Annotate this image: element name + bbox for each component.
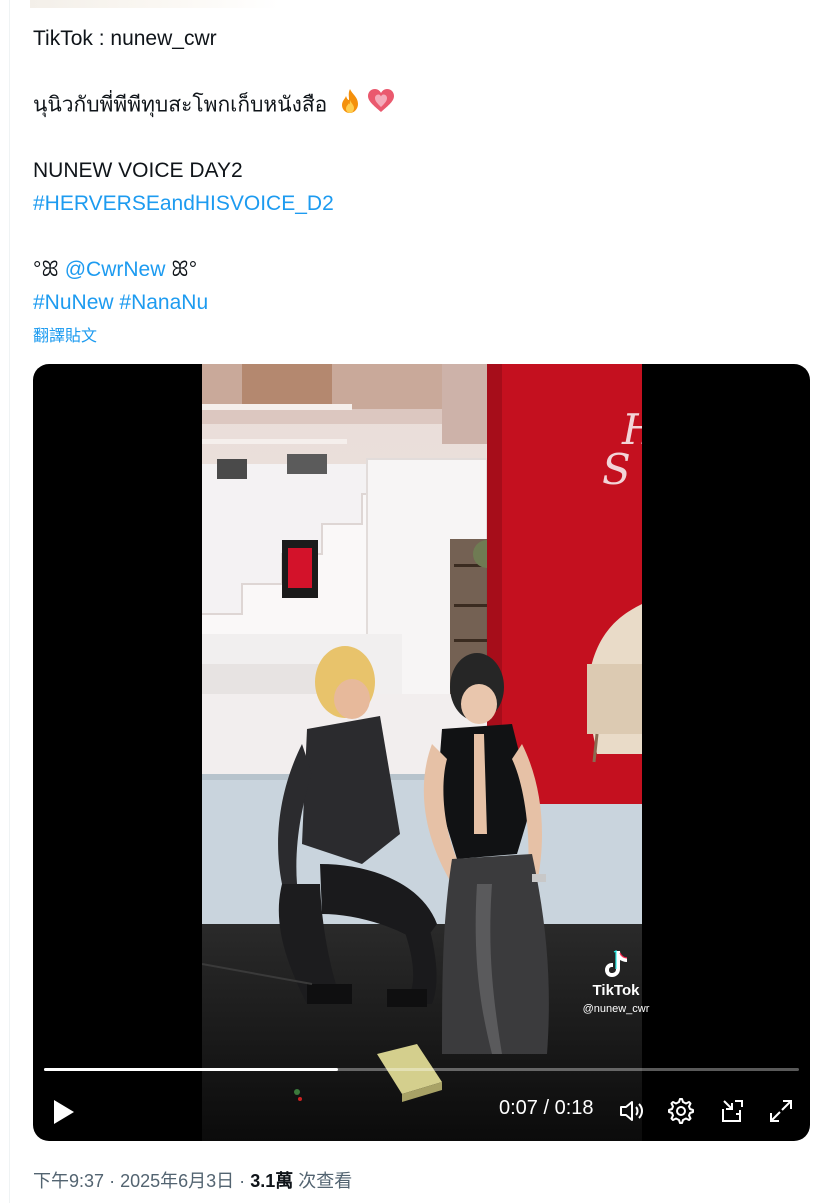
post-time[interactable]: 下午9:37 xyxy=(33,1171,104,1191)
mention-prefix: °ꕤ xyxy=(33,258,59,281)
meta-separator: · xyxy=(109,1171,116,1191)
video-still-image: H S xyxy=(202,364,642,1141)
fullscreen-button[interactable] xyxy=(766,1097,796,1125)
post-date[interactable]: 2025年6月3日 xyxy=(120,1171,234,1191)
tweet-line-source: TikTok : nunew_cwr xyxy=(33,27,217,50)
heart-emoji-icon xyxy=(367,88,395,124)
hashtag-link-nunew[interactable]: #NuNew xyxy=(33,291,114,314)
play-button[interactable] xyxy=(49,1097,79,1127)
time-separator: / xyxy=(543,1097,550,1119)
fire-emoji-icon xyxy=(337,88,363,124)
video-frame[interactable]: H S xyxy=(202,364,642,1141)
video-progress-fill xyxy=(44,1068,339,1071)
mention-suffix: ꕤ° xyxy=(171,258,198,281)
watermark-name: TikTok xyxy=(592,982,640,999)
pip-icon xyxy=(722,1100,743,1122)
tweet-line-mention: °ꕤ @CwrNew ꕤ° xyxy=(33,253,793,286)
translate-post-link[interactable]: 翻譯貼文 xyxy=(33,322,97,346)
meta-separator: · xyxy=(239,1171,246,1191)
previous-media-edge xyxy=(30,0,280,8)
play-icon xyxy=(54,1100,74,1124)
picture-in-picture-button[interactable] xyxy=(717,1097,747,1125)
tweet-line-title: NUNEW VOICE DAY2 xyxy=(33,159,243,182)
volume-button[interactable] xyxy=(617,1097,647,1125)
view-label: 次查看 xyxy=(298,1171,353,1191)
video-time: 0:07 / 0:18 xyxy=(499,1097,594,1120)
svg-text:S: S xyxy=(602,445,631,494)
video-player[interactable]: H S xyxy=(33,364,810,1141)
view-count: 3.1萬 xyxy=(250,1171,294,1191)
tiktok-watermark: TikTok @nunew_cwr xyxy=(581,949,651,1015)
tweet-metadata: 下午9:37 · 2025年6月3日 · 3.1萬 次查看 xyxy=(33,1167,352,1193)
video-progress-bar[interactable] xyxy=(44,1068,799,1071)
hashtag-link-herverse[interactable]: #HERVERSEandHISVOICE_D2 xyxy=(33,192,334,215)
tiktok-logo-icon xyxy=(605,950,628,977)
hashtag-link-nananu[interactable]: #NanaNu xyxy=(119,291,208,314)
tweet-line-caption: นุนิวกับพี่พีพีทุบสะโพกเก็บหนังสือ xyxy=(33,88,793,121)
time-current: 0:07 xyxy=(499,1097,538,1119)
tweet-text: TikTok : nunew_cwr นุนิวกับพี่พีพีทุบสะโ… xyxy=(33,22,793,319)
timeline-divider xyxy=(9,0,10,1203)
time-total: 0:18 xyxy=(554,1097,594,1119)
settings-button[interactable] xyxy=(666,1097,696,1125)
fullscreen-icon xyxy=(770,1100,792,1122)
volume-icon xyxy=(620,1101,643,1121)
caption-text: นุนิวกับพี่พีพีทุบสะโพกเก็บหนังสือ xyxy=(33,93,328,117)
settings-icon xyxy=(668,1098,694,1124)
mention-link-cwrnew[interactable]: @CwrNew xyxy=(65,258,166,281)
watermark-handle: @nunew_cwr xyxy=(582,1003,650,1015)
